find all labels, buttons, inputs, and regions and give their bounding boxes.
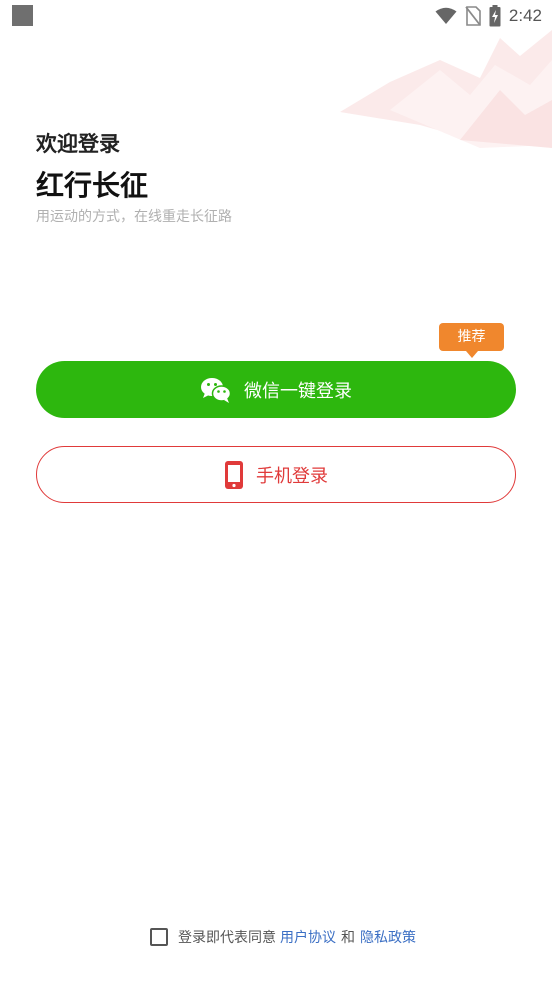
- battery-charging-icon: [489, 5, 501, 27]
- agreement-row: 登录即代表同意 用户协议 和 隐私政策: [150, 925, 416, 949]
- no-sim-icon: [465, 6, 481, 26]
- app-title: 红行长征: [36, 169, 149, 202]
- notification-icon: [12, 5, 33, 26]
- wechat-login-label: 微信一键登录: [244, 380, 352, 402]
- wechat-icon: [200, 376, 232, 404]
- recommend-badge: 推荐: [439, 323, 504, 358]
- agreement-and: 和: [341, 930, 355, 946]
- wechat-login-button[interactable]: 微信一键登录: [36, 361, 516, 418]
- login-screen: 2:42 欢迎登录 红行长征 用运动的方式，在线重走长征路 推荐 微信一键登录: [0, 0, 552, 983]
- status-icons: 2:42: [435, 3, 542, 29]
- status-time: 2:42: [508, 6, 542, 25]
- phone-login-label: 手机登录: [256, 465, 328, 487]
- mountains-decoration: [340, 30, 552, 148]
- wifi-icon: [435, 7, 457, 25]
- user-agreement-link[interactable]: 用户协议: [280, 927, 336, 947]
- welcome-heading: 欢迎登录: [36, 132, 120, 156]
- slogan-text: 用运动的方式，在线重走长征路: [36, 209, 232, 225]
- agreement-checkbox[interactable]: [150, 928, 168, 946]
- phone-icon: [224, 460, 244, 490]
- agreement-prefix: 登录即代表同意: [178, 930, 276, 946]
- status-bar: 2:42: [0, 0, 552, 32]
- privacy-policy-link[interactable]: 隐私政策: [360, 927, 416, 947]
- phone-login-button[interactable]: 手机登录: [36, 446, 516, 503]
